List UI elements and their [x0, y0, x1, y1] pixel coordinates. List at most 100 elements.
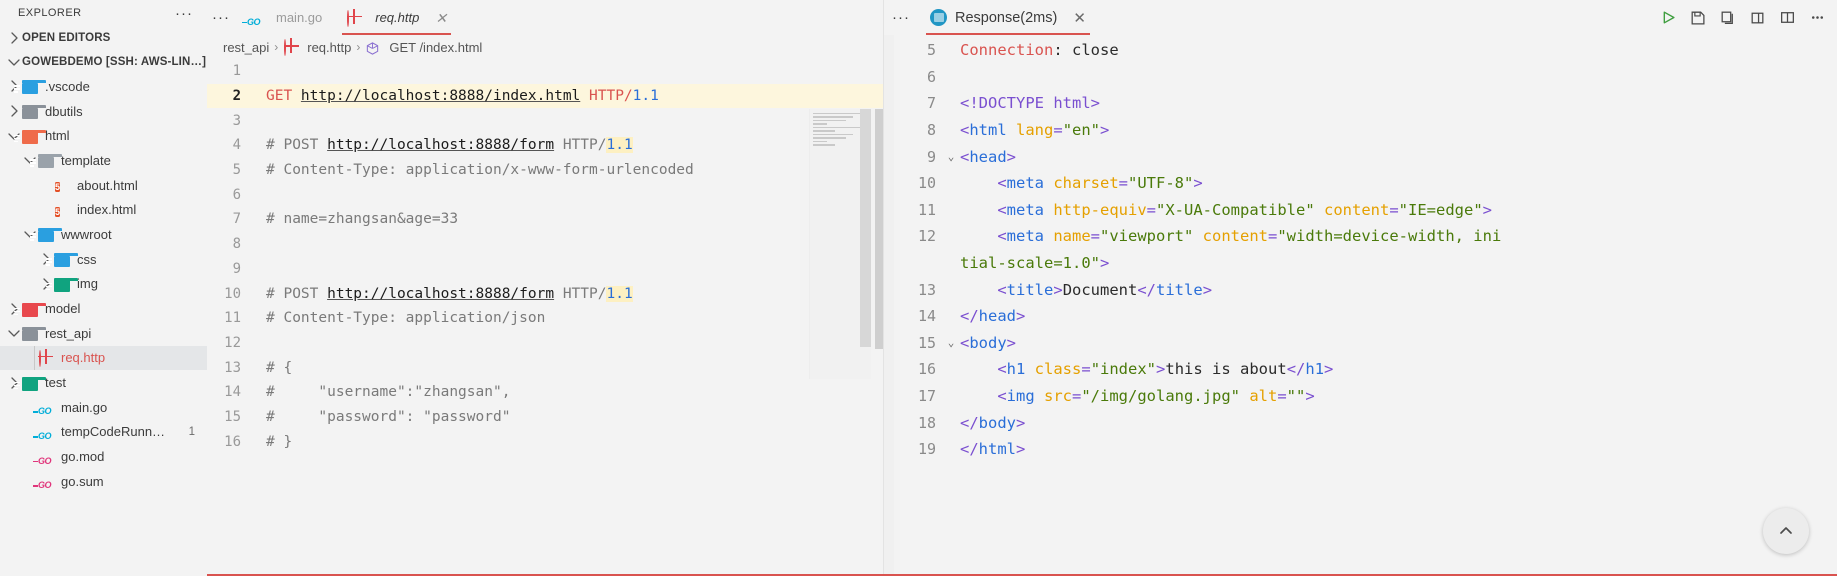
tree-item-tempcoderunn-[interactable]: GO tempCodeRunn… 1 — [0, 420, 207, 445]
scroll-to-top-button[interactable] — [1763, 508, 1809, 554]
code-token: lang — [1016, 121, 1054, 140]
request-editor[interactable]: 1 2 GET http://localhost:8888/index.html H… — [207, 59, 883, 576]
breadcrumb-item-2[interactable]: GET /index.html — [365, 39, 482, 55]
globe-icon — [283, 39, 300, 56]
tree-item-test[interactable]: test — [0, 370, 207, 395]
code-token: > — [1016, 413, 1026, 432]
chevron-down-icon[interactable] — [6, 325, 22, 341]
response-line-15: 15 ⌄ <body> — [884, 330, 1837, 357]
fold-icon[interactable]: ⌄ — [944, 150, 958, 163]
line-number: 14 — [224, 384, 241, 401]
line-content: </head> — [958, 307, 1025, 325]
tree-item-go-sum[interactable]: GO go.sum — [0, 469, 207, 494]
editor-scrollbar[interactable] — [875, 109, 883, 349]
editor-lines: 1 2 GET http://localhost:8888/index.html H… — [207, 59, 883, 454]
explorer-title: EXPLORER — [18, 7, 82, 19]
chevron-right-icon[interactable] — [6, 30, 22, 46]
tab-main-go[interactable]: GO main.go — [235, 0, 335, 35]
folder-img-icon — [46, 276, 78, 292]
code-token: charset — [1053, 174, 1119, 193]
tree-item-css[interactable]: css — [0, 247, 207, 272]
code-token: > — [1482, 200, 1493, 219]
code-token: 1.1 — [606, 285, 633, 302]
breadcrumb-item-1[interactable]: req.http — [283, 39, 351, 56]
explorer-sidebar: EXPLORER ··· OPEN EDITORS GOWEBDEMO [SSH:… — [0, 0, 207, 576]
run-icon[interactable] — [1653, 4, 1681, 32]
tree-item-about-html[interactable]: 5 about.html — [0, 173, 207, 198]
tab-req-http[interactable]: req.http ✕ — [334, 0, 460, 35]
response-body[interactable]: 5 Connection: close 6 7 <!DOCTYPE html> 8 <htm… — [884, 35, 1837, 576]
folder-icon — [22, 325, 46, 342]
code-token: meta — [1006, 200, 1054, 219]
code-line-16: 16 # } — [207, 429, 883, 454]
code-token: < — [960, 360, 1007, 379]
go-icon: GO — [33, 424, 55, 441]
tree-item-img[interactable]: img — [0, 272, 207, 297]
response-line-11: 11 <meta http-equiv="X-UA-Compatible" co… — [884, 197, 1837, 224]
copy-icon[interactable] — [1713, 4, 1741, 32]
tree-item-template[interactable]: template — [0, 148, 207, 173]
breadcrumb-separator: › — [356, 40, 361, 54]
code-token: http://localhost:8888/form — [327, 137, 555, 154]
tree-item-req-http[interactable]: req.http — [0, 345, 207, 371]
minimap-slider[interactable] — [860, 109, 871, 347]
code-token: head — [978, 307, 1016, 326]
line-number: 16 — [224, 433, 241, 450]
response-more-icon[interactable]: ··· — [884, 9, 918, 26]
code-token: # "username":"zhangsan", — [266, 384, 511, 401]
close-icon[interactable]: ✕ — [435, 11, 447, 25]
more-actions-icon[interactable] — [1803, 4, 1831, 32]
close-icon[interactable]: ✕ — [1073, 9, 1086, 27]
explorer-more-icon[interactable]: ··· — [175, 6, 193, 21]
tree-item-wwwroot[interactable]: wwwroot — [0, 222, 207, 247]
response-line-17: 17 <img src="/img/golang.jpg" alt=""> — [884, 383, 1837, 410]
breadcrumb-item-0[interactable]: rest_api — [223, 40, 269, 55]
code-token: # "password": "password" — [266, 408, 511, 425]
explorer-section-0[interactable]: OPEN EDITORS — [0, 26, 207, 50]
tree-item-dbutils[interactable]: dbutils — [0, 99, 207, 124]
line-number: 4 — [232, 137, 241, 154]
code-token: "" — [1286, 387, 1306, 406]
tree-item-rest-api[interactable]: rest_api — [0, 321, 207, 346]
split-editor-icon[interactable] — [1773, 4, 1801, 32]
tree-item-html[interactable]: html — [0, 123, 207, 148]
response-tabbar: ··· Response(2ms) ✕ — [884, 0, 1837, 35]
chevron-right-icon[interactable] — [6, 103, 22, 119]
editor-minimap[interactable] — [809, 109, 871, 379]
line-content: # Content-Type: application/x-www-form-u… — [263, 162, 694, 178]
explorer-section-1[interactable]: GOWEBDEMO [SSH: AWS-LIN…] — [0, 50, 207, 74]
tree-item-label: main.go — [61, 399, 108, 415]
code-token: > — [1006, 333, 1017, 352]
code-line-10: 10 # POST http://localhost:8888/form HTTP… — [207, 281, 883, 306]
folder-test-icon — [14, 375, 46, 391]
breadcrumb: rest_api › req.http › GET /index.html — [207, 35, 883, 59]
line-content: </body> — [958, 414, 1025, 432]
code-token: </ — [960, 307, 979, 326]
tree-item--vscode[interactable]: .vscode — [0, 74, 207, 99]
fold-icon[interactable]: ⌄ — [944, 336, 958, 349]
folder-model-icon — [14, 301, 46, 317]
save-icon[interactable] — [1683, 4, 1711, 32]
code-token: # Content-Type: application/json — [266, 310, 546, 327]
code-token: = — [1090, 227, 1101, 246]
line-content: Connection: close — [958, 41, 1119, 59]
code-token: > — [1202, 280, 1213, 299]
chevron-down-icon[interactable] — [6, 54, 22, 70]
editor-more-icon[interactable]: ··· — [207, 0, 235, 35]
code-token: # { — [266, 359, 293, 376]
tab-response[interactable]: Response(2ms) ✕ — [918, 0, 1098, 35]
tree-item-go-mod[interactable]: GO go.mod — [0, 444, 207, 469]
code-token: # } — [266, 433, 293, 450]
section-label: GOWEBDEMO [SSH: AWS-LIN…] — [22, 56, 207, 68]
tree-item-index-html[interactable]: 5 index.html — [0, 197, 207, 222]
response-scrollbar[interactable] — [884, 35, 894, 576]
tree-item-model[interactable]: model — [0, 296, 207, 321]
code-token: this is about — [1165, 360, 1287, 379]
tree-item-main-go[interactable]: GO main.go — [0, 395, 207, 420]
line-number: 12 — [224, 334, 241, 351]
code-token: > — [1016, 307, 1026, 326]
open-pane-icon[interactable] — [1743, 4, 1771, 32]
